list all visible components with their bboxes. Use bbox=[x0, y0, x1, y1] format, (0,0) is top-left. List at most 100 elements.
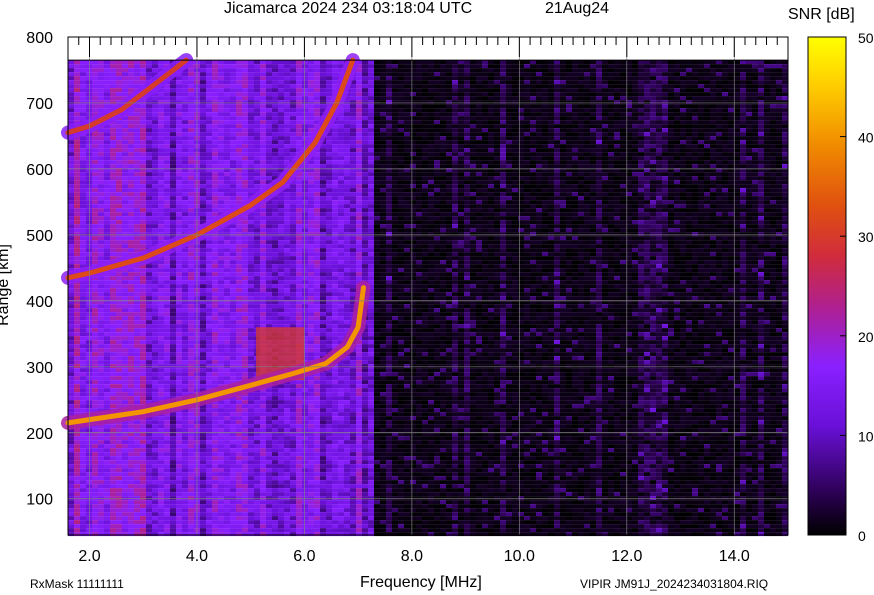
heatmap-cell bbox=[134, 160, 140, 165]
heatmap-cell bbox=[260, 124, 266, 129]
heatmap-cell bbox=[272, 216, 278, 221]
heatmap-cell bbox=[248, 64, 254, 69]
heatmap-cell bbox=[248, 176, 254, 181]
heatmap-cell bbox=[296, 416, 302, 421]
heatmap-cell bbox=[314, 480, 320, 485]
heatmap-cell bbox=[284, 440, 290, 445]
heatmap-cell bbox=[182, 148, 188, 153]
heatmap-cell bbox=[200, 468, 206, 473]
heatmap-cell bbox=[272, 512, 278, 517]
heatmap-cell bbox=[134, 488, 140, 493]
heatmap-cell bbox=[116, 316, 122, 321]
heatmap-cell bbox=[74, 252, 80, 257]
heatmap-cell bbox=[122, 132, 128, 137]
heatmap-cell bbox=[68, 120, 74, 125]
heatmap-cell bbox=[200, 188, 206, 193]
heatmap-cell bbox=[176, 312, 182, 317]
heatmap-cell bbox=[284, 388, 290, 393]
heatmap-cell bbox=[164, 332, 170, 337]
heatmap-cell bbox=[314, 60, 320, 65]
heatmap-cell bbox=[110, 508, 116, 513]
heatmap-cell bbox=[266, 396, 272, 401]
heatmap-cell bbox=[164, 476, 170, 481]
heatmap-cell bbox=[158, 372, 164, 377]
heatmap-cell bbox=[314, 456, 320, 461]
heatmap-cells bbox=[68, 60, 788, 537]
heatmap-cell bbox=[176, 452, 182, 457]
heatmap-cell bbox=[104, 280, 110, 285]
heatmap-cell bbox=[134, 440, 140, 445]
heatmap-cell bbox=[128, 124, 134, 129]
heatmap-cell bbox=[302, 220, 308, 225]
heatmap-cell bbox=[80, 196, 86, 201]
heatmap-cell bbox=[68, 264, 74, 269]
heatmap-cell bbox=[266, 80, 272, 85]
heatmap-cell bbox=[158, 60, 164, 65]
heatmap-cell bbox=[98, 140, 104, 145]
heatmap-cell bbox=[164, 456, 170, 461]
heatmap-cell bbox=[80, 80, 86, 85]
heatmap-cell bbox=[122, 472, 128, 477]
heatmap-cell bbox=[218, 328, 224, 333]
heatmap-cell bbox=[290, 120, 296, 125]
heatmap-cell bbox=[266, 264, 272, 269]
heatmap-cell bbox=[248, 216, 254, 221]
heatmap-cell bbox=[230, 272, 236, 277]
heatmap-cell bbox=[266, 480, 272, 485]
heatmap-cell bbox=[128, 180, 134, 185]
heatmap-cell bbox=[110, 236, 116, 241]
heatmap-cell bbox=[116, 372, 122, 377]
heatmap-cell bbox=[272, 220, 278, 225]
heatmap-cell bbox=[134, 132, 140, 137]
heatmap-cell bbox=[314, 172, 320, 177]
heatmap-cell bbox=[170, 232, 176, 237]
heatmap-cell bbox=[314, 304, 320, 309]
heatmap-cell bbox=[98, 528, 104, 533]
heatmap-cell bbox=[134, 228, 140, 233]
heatmap-cell bbox=[296, 196, 302, 201]
heatmap-cell bbox=[236, 352, 242, 357]
heatmap-cell bbox=[98, 496, 104, 501]
heatmap-cell bbox=[242, 136, 248, 141]
heatmap-cell bbox=[242, 408, 248, 413]
heatmap-cell bbox=[260, 424, 266, 429]
heatmap-cell bbox=[290, 96, 296, 101]
heatmap-cell bbox=[284, 488, 290, 493]
heatmap-cell bbox=[176, 424, 182, 429]
heatmap-cell bbox=[176, 184, 182, 189]
heatmap-cell bbox=[104, 160, 110, 165]
heatmap-cell bbox=[92, 336, 98, 341]
heatmap-cell bbox=[266, 128, 272, 133]
heatmap-cell bbox=[218, 464, 224, 469]
heatmap-cell bbox=[68, 296, 74, 301]
heatmap-cell bbox=[200, 480, 206, 485]
heatmap-cell bbox=[80, 376, 86, 381]
heatmap-cell bbox=[272, 472, 278, 477]
heatmap-cell bbox=[284, 384, 290, 389]
heatmap-cell bbox=[218, 320, 224, 325]
heatmap-cell bbox=[236, 112, 242, 117]
heatmap-cell bbox=[260, 160, 266, 165]
heatmap-cell bbox=[236, 272, 242, 277]
heatmap-cell bbox=[134, 144, 140, 149]
heatmap-cell bbox=[260, 148, 266, 153]
heatmap-cell bbox=[242, 124, 248, 129]
heatmap-cell bbox=[182, 504, 188, 509]
heatmap-cell bbox=[140, 124, 146, 129]
heatmap-cell bbox=[98, 132, 104, 137]
heatmap-cell bbox=[152, 444, 158, 449]
heatmap-cell bbox=[266, 500, 272, 505]
heatmap-cell bbox=[80, 448, 86, 453]
heatmap-cell bbox=[284, 504, 290, 509]
heatmap-cell bbox=[200, 60, 206, 65]
heatmap-cell bbox=[116, 196, 122, 201]
heatmap-cell bbox=[218, 204, 224, 209]
heatmap-cell bbox=[242, 292, 248, 297]
heatmap-cell bbox=[302, 92, 308, 97]
heatmap-cell bbox=[242, 484, 248, 489]
heatmap-cell bbox=[230, 480, 236, 485]
heatmap-cell bbox=[116, 440, 122, 445]
heatmap-cell bbox=[218, 128, 224, 133]
heatmap-cell bbox=[230, 276, 236, 281]
heatmap-cell bbox=[122, 84, 128, 89]
